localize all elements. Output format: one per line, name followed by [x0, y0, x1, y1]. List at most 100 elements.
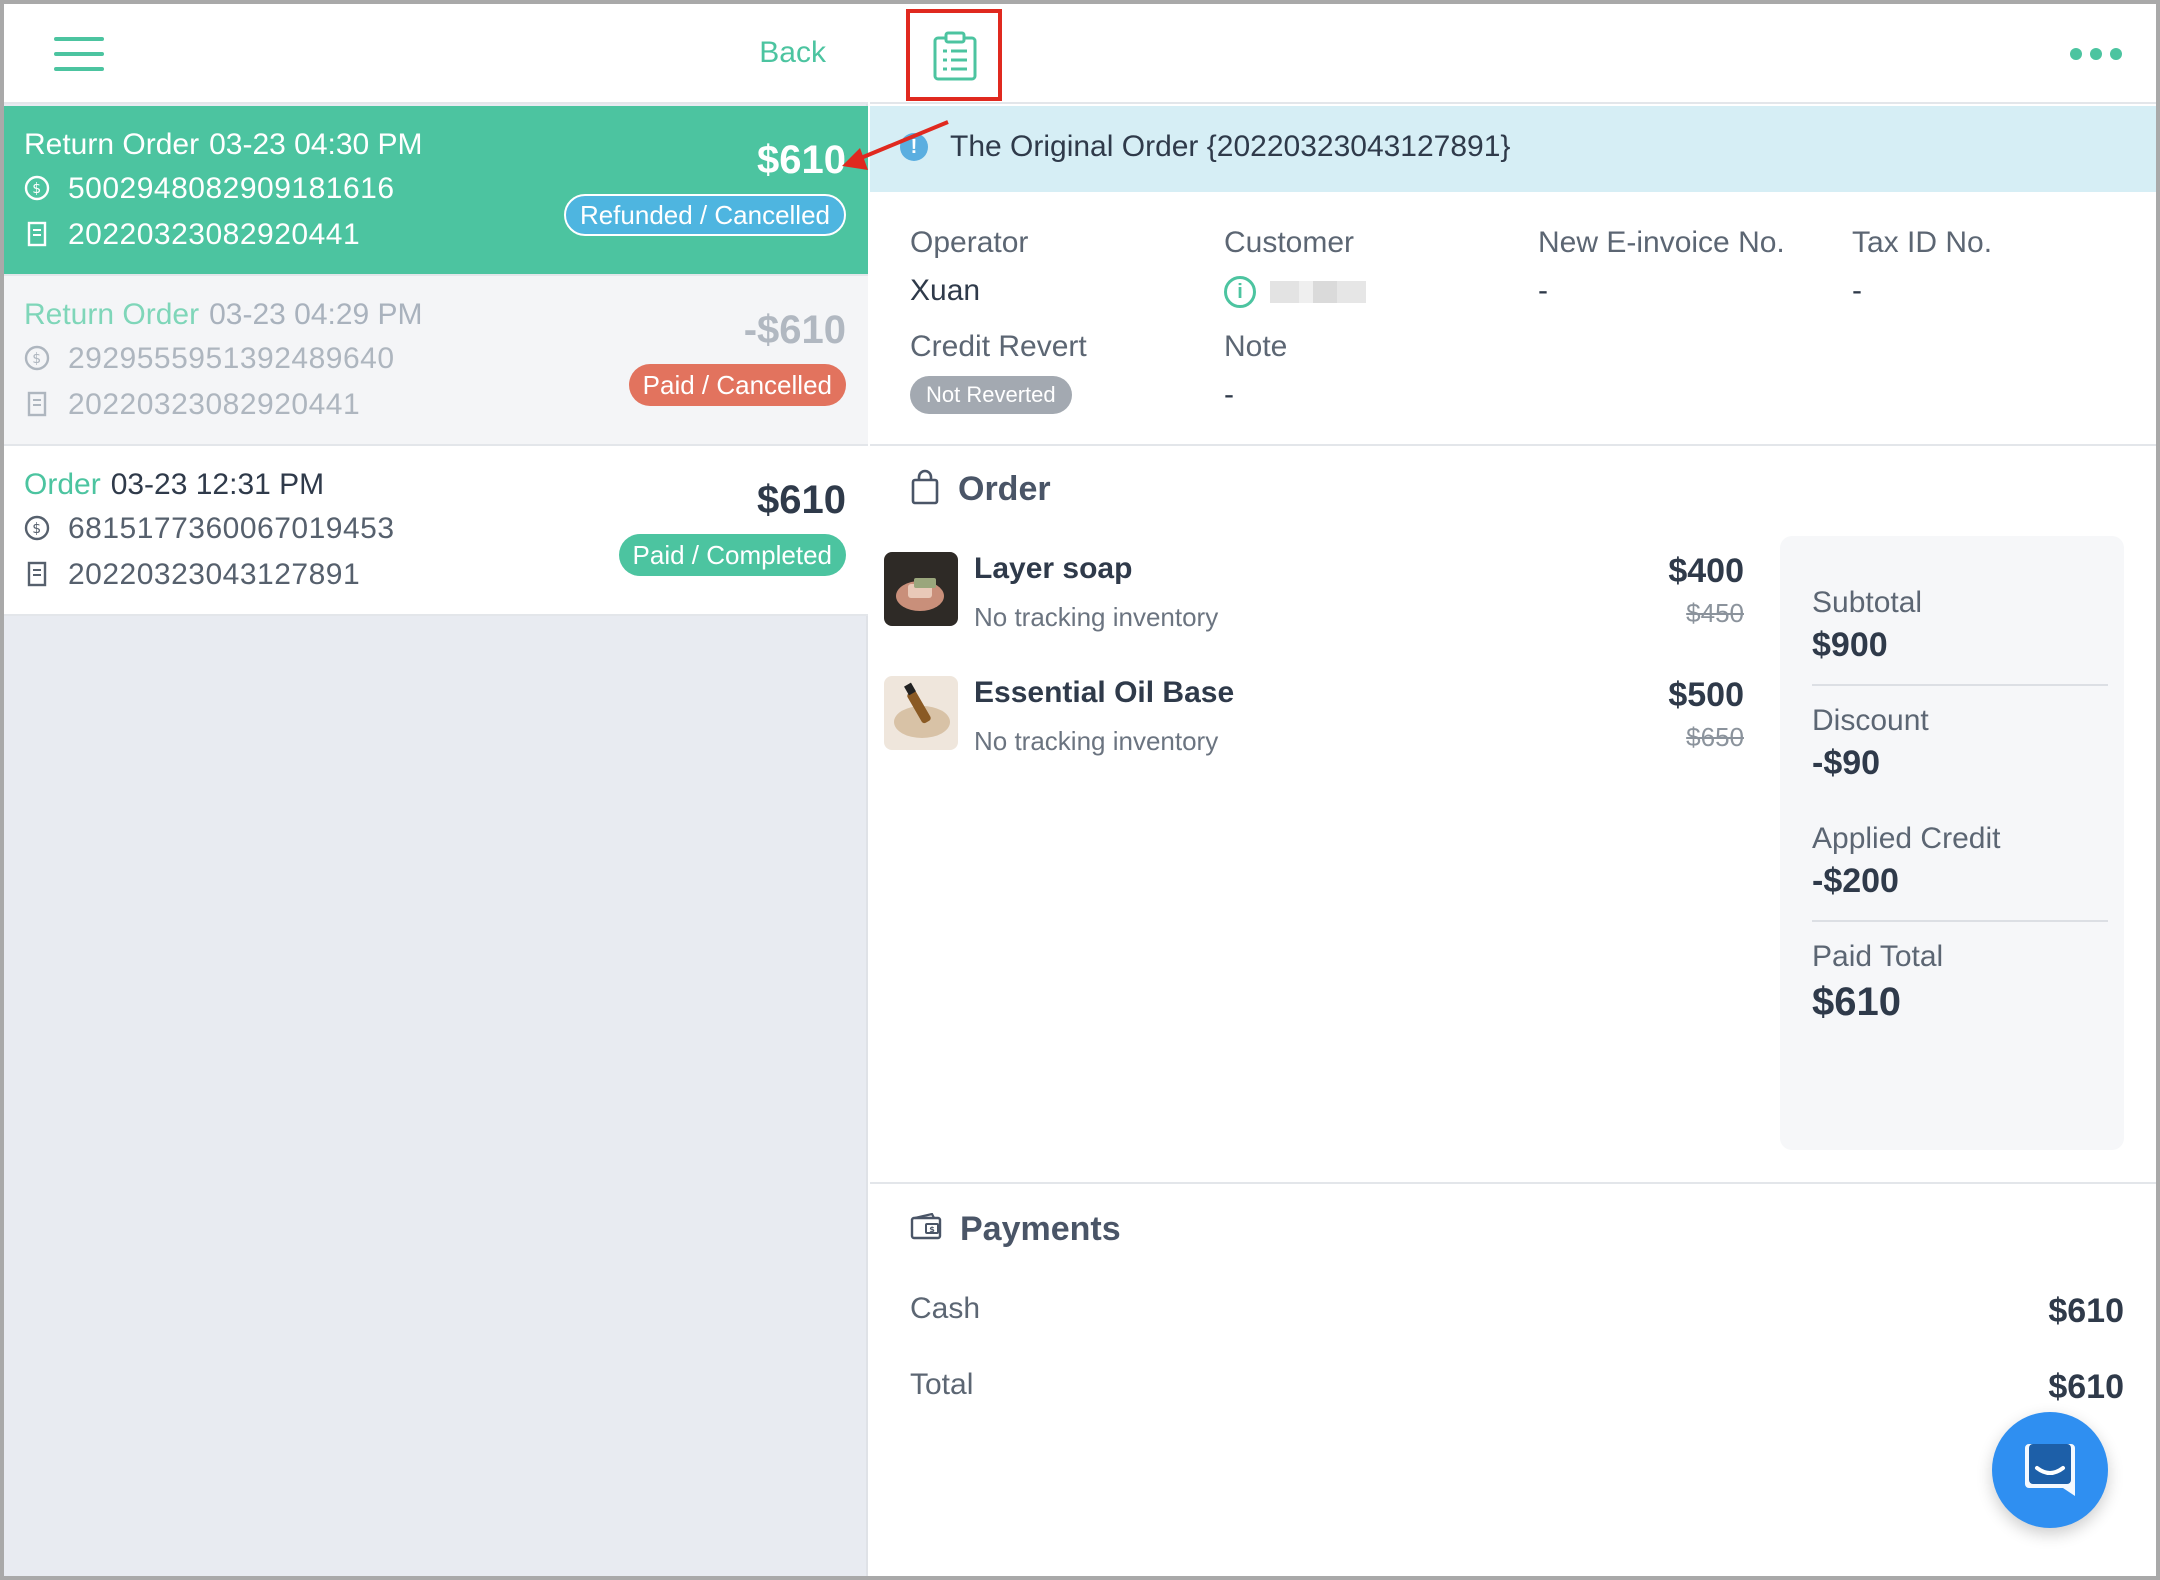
customer-name-redacted: [1270, 281, 1366, 304]
payment-id-row: $6815177360067019453: [24, 512, 395, 546]
more-options-icon[interactable]: [2070, 48, 2124, 62]
back-button[interactable]: Back: [759, 36, 826, 70]
product-price: $500: [1668, 676, 1744, 714]
payment-amount: $610: [2048, 1292, 2124, 1330]
payment-total-row: Total $610: [910, 1368, 2124, 1408]
product-row: Layer soap No tracking inventory $400 $4…: [884, 552, 1744, 642]
invoice-row: 20220323043127891: [24, 558, 360, 592]
taxid-value: -: [1852, 274, 1862, 307]
order-summary: Subtotal $900 Discount -$90 Applied Cred…: [1780, 536, 2124, 1150]
payments-section-label: Payments: [960, 1210, 1121, 1248]
customer-field: Customer i: [1224, 226, 1366, 309]
clipboard-button[interactable]: [906, 9, 1002, 101]
receipt-icon: [27, 391, 47, 417]
status-badge: Paid / Completed: [618, 534, 846, 576]
customer-info-icon[interactable]: i: [1224, 276, 1256, 309]
product-inventory: No tracking inventory: [974, 602, 1219, 632]
svg-text:$: $: [929, 1225, 935, 1234]
taxid-field: Tax ID No. -: [1852, 226, 1992, 308]
payment-id: 2929555951392489640: [68, 342, 395, 375]
invoice-row: 20220323082920441: [24, 218, 360, 252]
svg-text:$: $: [32, 351, 41, 367]
payment-id: 6815177360067019453: [68, 512, 395, 545]
summary-divider: [1812, 684, 2108, 686]
chat-support-button[interactable]: [1992, 1412, 2108, 1528]
order-amount: $610: [757, 138, 846, 182]
oil-thumbnail: [884, 676, 958, 750]
subtotal-label: Subtotal: [1812, 586, 1923, 619]
discount-label: Discount: [1812, 704, 1929, 737]
payments-section-title: $ Payments: [910, 1210, 1121, 1249]
order-time: 03-23 04:29 PM: [209, 298, 423, 331]
summary-divider: [1812, 920, 2108, 922]
credit-revert-badge: Not Reverted: [910, 376, 1072, 414]
order-title: Return Order 03-23 04:29 PM: [24, 298, 423, 332]
clipboard-icon: [933, 31, 977, 81]
wallet-icon: $: [910, 1212, 942, 1240]
shopping-bag-icon: [911, 469, 939, 505]
subtotal-value: $900: [1812, 626, 1888, 664]
invoice-no: 20220323082920441: [68, 218, 361, 251]
subtotal-row: Subtotal $900: [1812, 586, 2108, 665]
order-list-item[interactable]: Order 03-23 12:31 PM $6815177360067019453…: [4, 446, 868, 616]
note-field: Note -: [1224, 330, 1287, 412]
order-amount: $610: [757, 478, 846, 522]
einvoice-label: New E-invoice No.: [1538, 226, 1785, 259]
discount-row: Discount -$90: [1812, 704, 2108, 783]
applied-credit-label: Applied Credit: [1812, 822, 2001, 855]
taxid-label: Tax ID No.: [1852, 226, 1993, 259]
order-type: Order: [24, 468, 101, 501]
payment-total-label: Total: [910, 1368, 974, 1401]
info-icon: !: [900, 133, 928, 161]
order-type: Return Order: [24, 298, 200, 331]
right-header: [870, 4, 2156, 104]
chat-icon: [2025, 1444, 2075, 1496]
credit-revert-label: Credit Revert: [910, 330, 1087, 363]
order-section-title: Order: [910, 469, 1051, 509]
svg-text:$: $: [32, 181, 41, 197]
customer-value: i: [1224, 274, 1366, 309]
dollar-circle-icon: $: [24, 515, 50, 541]
order-title: Return Order 03-23 04:30 PM: [24, 128, 423, 162]
product-original-price: $450: [1686, 598, 1744, 628]
customer-label: Customer: [1224, 226, 1355, 259]
invoice-no: 20220323082920441: [68, 388, 361, 421]
product-name: Layer soap: [974, 552, 1133, 585]
order-info: Operator Xuan Customer i New E-invoice N…: [870, 192, 2156, 446]
dollar-circle-icon: $: [24, 175, 50, 201]
product-inventory: No tracking inventory: [974, 726, 1219, 756]
paid-total-value: $610: [1812, 980, 1901, 1024]
invoice-no: 20220323043127891: [68, 558, 361, 591]
receipt-icon: [27, 221, 47, 247]
product-original-price: $650: [1686, 722, 1744, 752]
product-price: $400: [1668, 552, 1744, 590]
order-type: Return Order: [24, 128, 200, 161]
order-list-item[interactable]: Return Order 03-23 04:29 PM $292955595139…: [4, 276, 868, 446]
receipt-icon: [27, 561, 47, 587]
order-title: Order 03-23 12:31 PM: [24, 468, 324, 502]
banner-text: The Original Order {20220323043127891}: [950, 130, 1511, 163]
order-detail-panel: ! The Original Order {20220323043127891}…: [870, 4, 2156, 1576]
left-header: Back: [4, 4, 868, 104]
dollar-circle-icon: $: [24, 345, 50, 371]
einvoice-field: New E-invoice No. -: [1538, 226, 1785, 308]
operator-value: Xuan: [910, 274, 981, 307]
paid-total-label: Paid Total: [1812, 940, 1944, 973]
einvoice-value: -: [1538, 274, 1548, 307]
paid-total-row: Paid Total $610: [1812, 940, 2108, 1025]
hamburger-icon[interactable]: [54, 37, 104, 71]
payment-id-row: $2929555951392489640: [24, 342, 395, 376]
payment-total-amount: $610: [2048, 1368, 2124, 1406]
status-badge: Refunded / Cancelled: [563, 194, 846, 236]
soap-thumbnail: [884, 552, 958, 626]
svg-text:$: $: [32, 521, 41, 537]
product-row: Essential Oil Base No tracking inventory…: [884, 676, 1744, 766]
order-list-item[interactable]: Return Order 03-23 04:30 PM $500294808290…: [4, 106, 868, 276]
operator-field: Operator Xuan: [910, 226, 1028, 308]
original-order-banner[interactable]: ! The Original Order {20220323043127891}: [870, 106, 2156, 192]
credit-revert-field: Credit Revert Not Reverted: [910, 330, 1087, 414]
product-name: Essential Oil Base: [974, 676, 1235, 709]
app-window: Back Return Order 03-23 04:30 PM $5002948…: [0, 0, 2160, 1580]
order-list-panel: Back Return Order 03-23 04:30 PM $5002948…: [4, 4, 868, 1576]
operator-label: Operator: [910, 226, 1029, 259]
